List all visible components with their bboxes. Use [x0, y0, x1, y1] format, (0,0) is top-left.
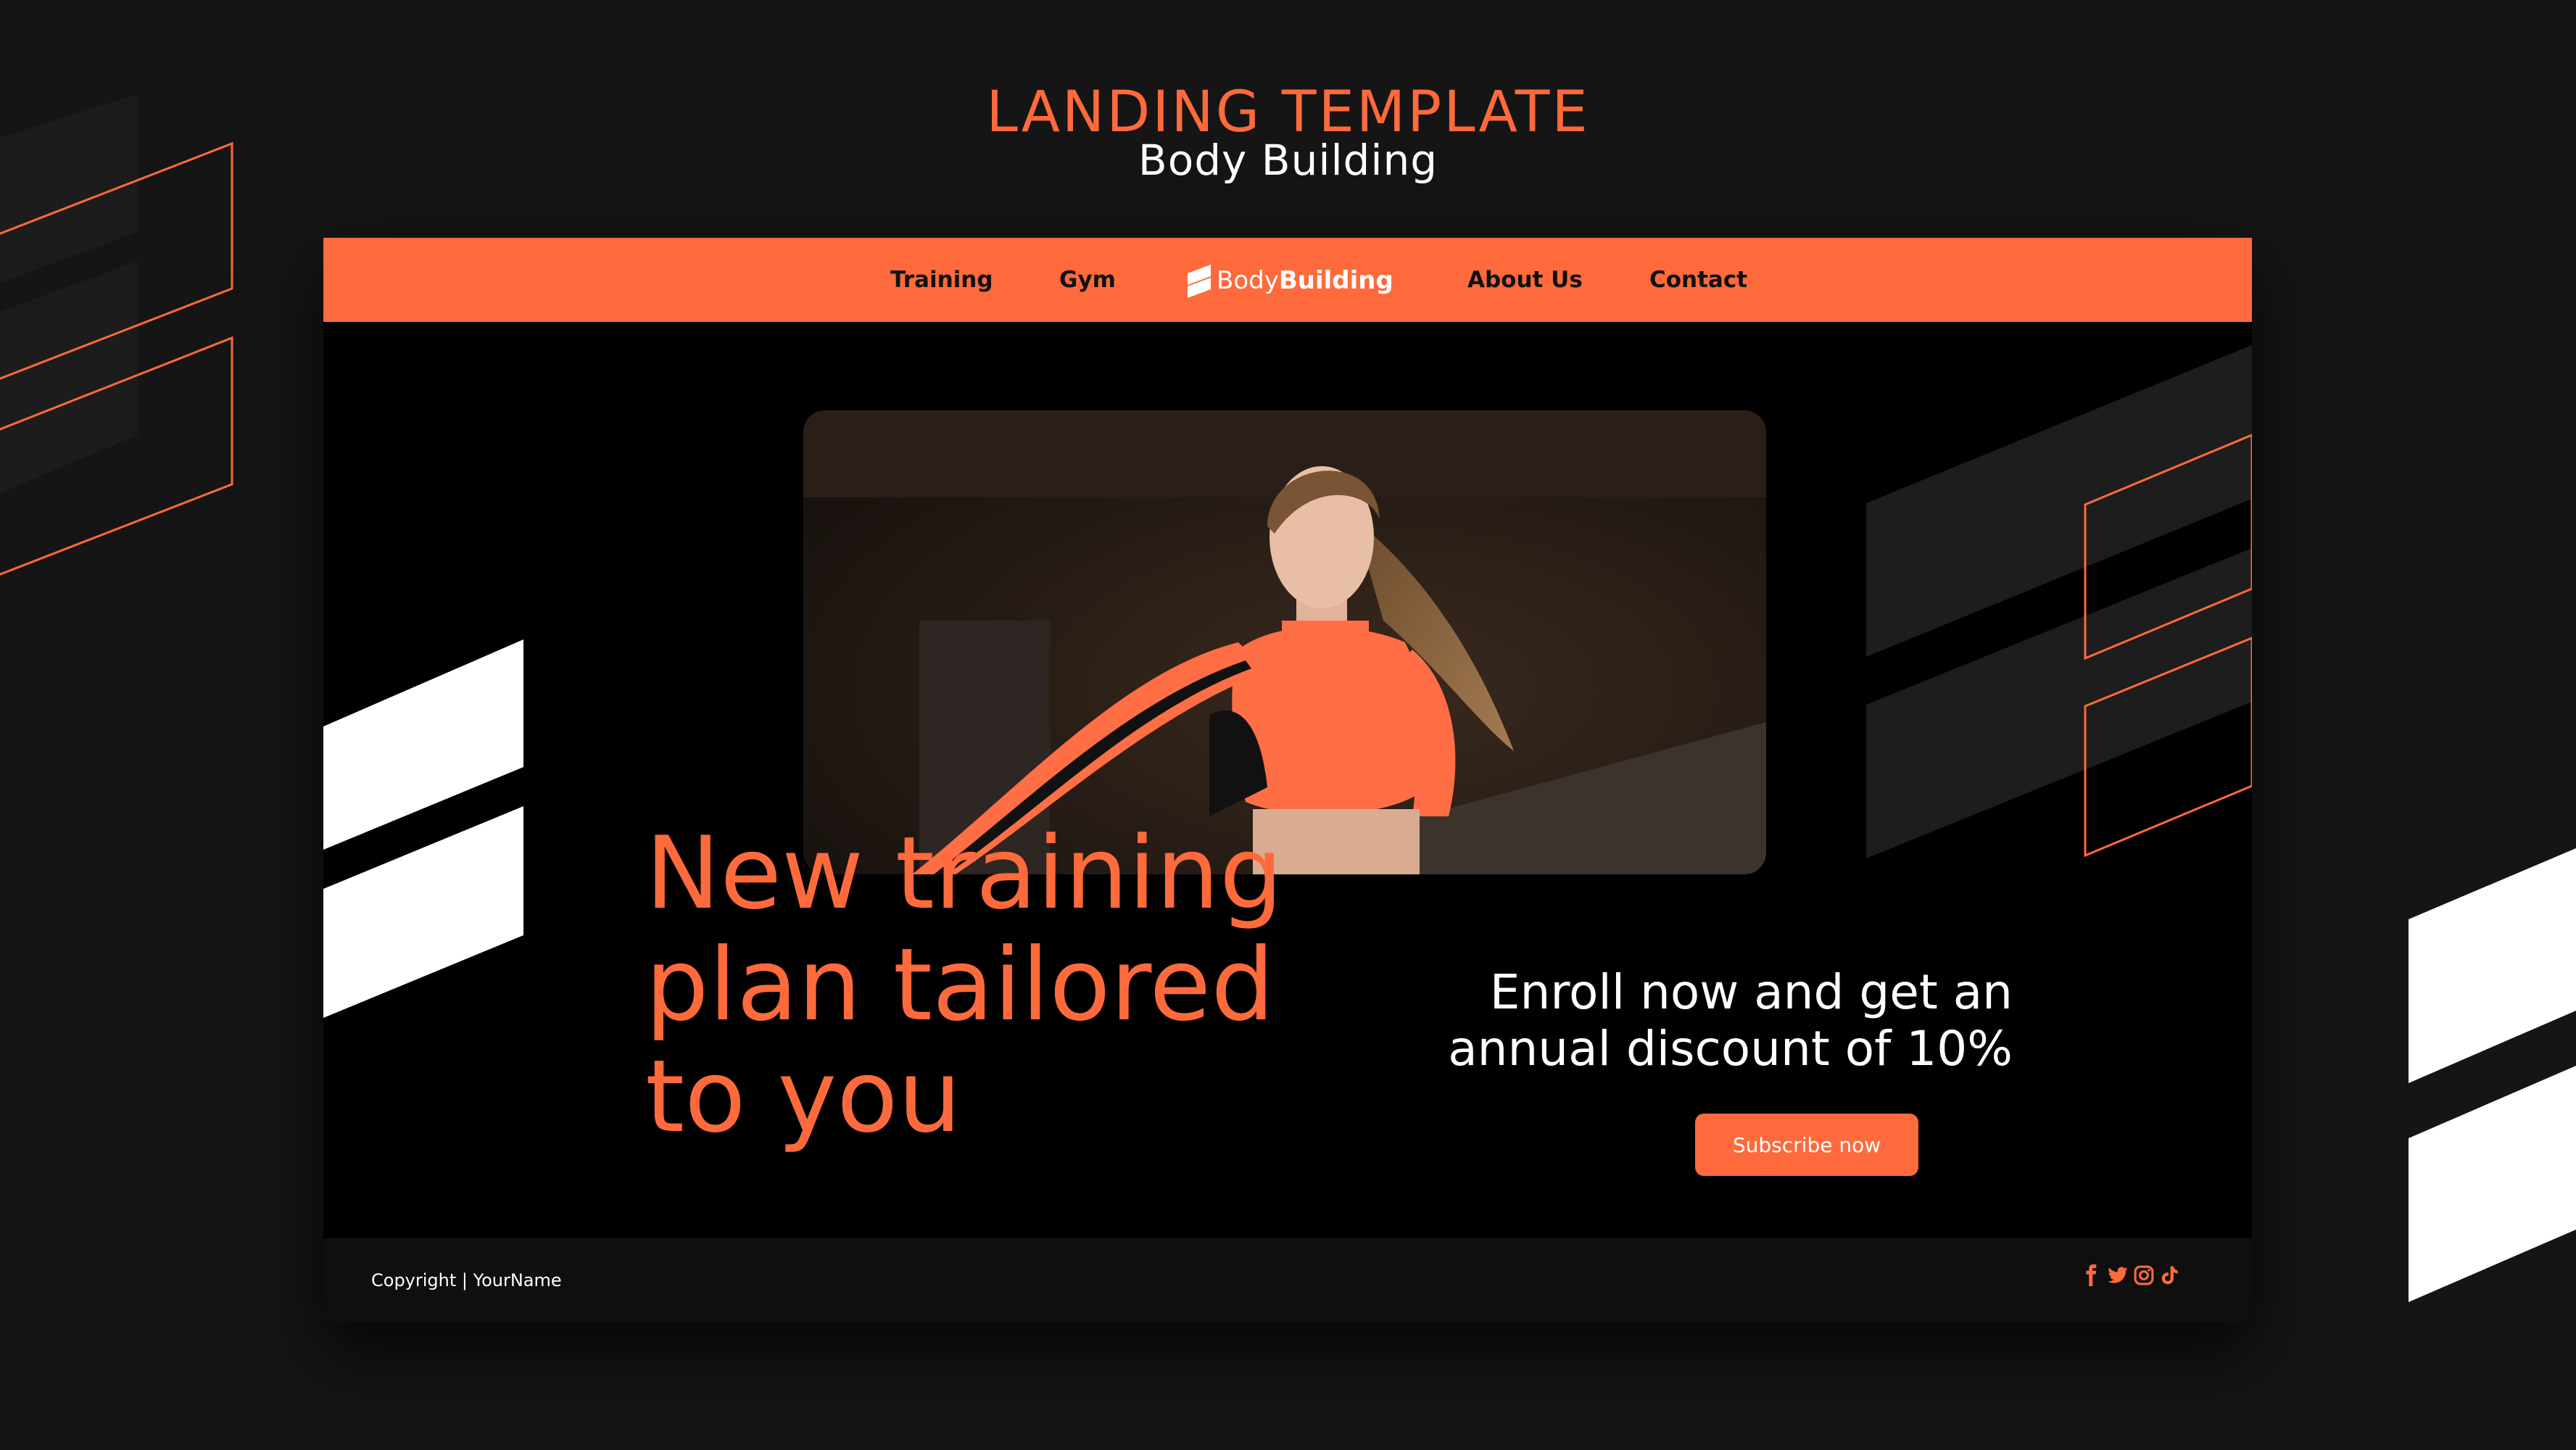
headline-line-1: New training — [645, 815, 1283, 932]
logo-text-light: Body — [1217, 266, 1279, 295]
twitter-icon[interactable] — [2107, 1264, 2129, 1286]
top-navbar: Training Gym Body Building About Us Conta… — [323, 238, 2252, 322]
enroll-line-2: annual discount of 10% — [1448, 1021, 2013, 1077]
page-subtitle: Body Building — [1138, 136, 1438, 185]
logo-text-bold: Building — [1278, 266, 1393, 295]
nav-about-us[interactable]: About Us — [1467, 238, 1583, 322]
enroll-line-1: Enroll now and get an — [1489, 964, 2013, 1020]
nav-training[interactable]: Training — [890, 238, 993, 322]
footer: Copyright | YourName — [323, 1238, 2252, 1322]
copyright-text: Copyright | YourName — [371, 1270, 562, 1290]
enroll-text: Enroll now and get an annual discount of… — [1288, 964, 2013, 1077]
nav-gym[interactable]: Gym — [1059, 238, 1116, 322]
logo-icon — [1188, 265, 1211, 298]
facebook-icon[interactable] — [2081, 1264, 2103, 1286]
landing-mockup: Training Gym Body Building About Us Conta… — [323, 238, 2252, 1322]
brand-logo[interactable]: Body Building — [1186, 262, 1393, 299]
hero-photo — [803, 410, 1766, 874]
tiktok-icon[interactable] — [2159, 1264, 2181, 1286]
subscribe-button[interactable]: Subscribe now — [1695, 1114, 1918, 1176]
instagram-icon[interactable] — [2133, 1264, 2155, 1286]
nav-contact[interactable]: Contact — [1649, 238, 1747, 322]
